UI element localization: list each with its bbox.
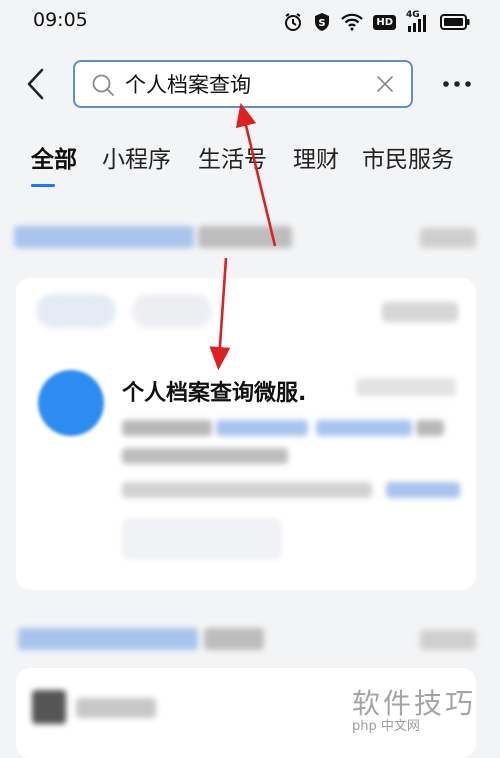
second-result-title-blurred [76,698,156,718]
result-title[interactable]: 个人档案查询微服. [122,375,306,407]
svg-text:S: S [319,18,326,29]
tab-citizen-services[interactable]: 市民服务 [362,140,454,174]
hd-icon: HD [373,14,396,30]
result-desc-blurred [216,420,308,436]
clear-icon[interactable] [375,74,395,94]
result-card[interactable]: 个人档案查询微服. [16,278,476,590]
active-tab-indicator [31,184,55,187]
status-time: 09:05 [33,9,88,31]
tab-mini-programs[interactable]: 小程序 [102,140,171,174]
wifi-icon [341,13,364,31]
back-arrow-icon[interactable] [18,66,54,102]
alarm-icon [285,13,302,31]
category-tabs: 全部 小程序 生活号 理财 市民服务 [0,132,500,192]
result-footer-blurred [122,482,372,498]
signal-4g-icon: 4G [406,10,430,32]
search-header [0,52,500,116]
search-bar[interactable] [73,60,413,108]
status-icons: S HD 4G [283,10,470,34]
result-footer-blurred [386,482,460,498]
search-icon [92,74,114,96]
search-input[interactable] [125,70,355,98]
service-avatar [38,370,104,436]
filter-chip-blurred[interactable] [36,294,116,328]
meta-blurred [382,302,458,322]
section-more-blurred[interactable] [420,630,476,650]
watermark-sub: php 中文网 [352,719,420,734]
result-desc-blurred [416,420,444,436]
section-header-blurred [18,628,198,650]
section-header-blurred [198,226,292,248]
tab-all[interactable]: 全部 [31,140,77,174]
tab-finance[interactable]: 理财 [293,140,339,174]
shield-s-icon: S [315,13,330,31]
filter-chip-blurred[interactable] [132,294,212,328]
status-bar: 09:05 S HD 4G [0,0,500,44]
section-more-blurred[interactable] [420,228,476,248]
more-options-icon[interactable] [438,72,478,96]
second-result-icon-blurred [32,690,66,724]
service-button-blurred[interactable] [122,518,282,560]
tab-life-accounts[interactable]: 生活号 [198,140,267,174]
result-desc-blurred [122,420,212,436]
section-header-blurred [204,628,264,650]
result-tag-blurred [356,378,456,396]
battery-icon [440,14,470,30]
section-header-blurred [14,226,194,248]
result-desc-blurred [316,420,412,436]
result-desc-blurred [122,448,288,464]
